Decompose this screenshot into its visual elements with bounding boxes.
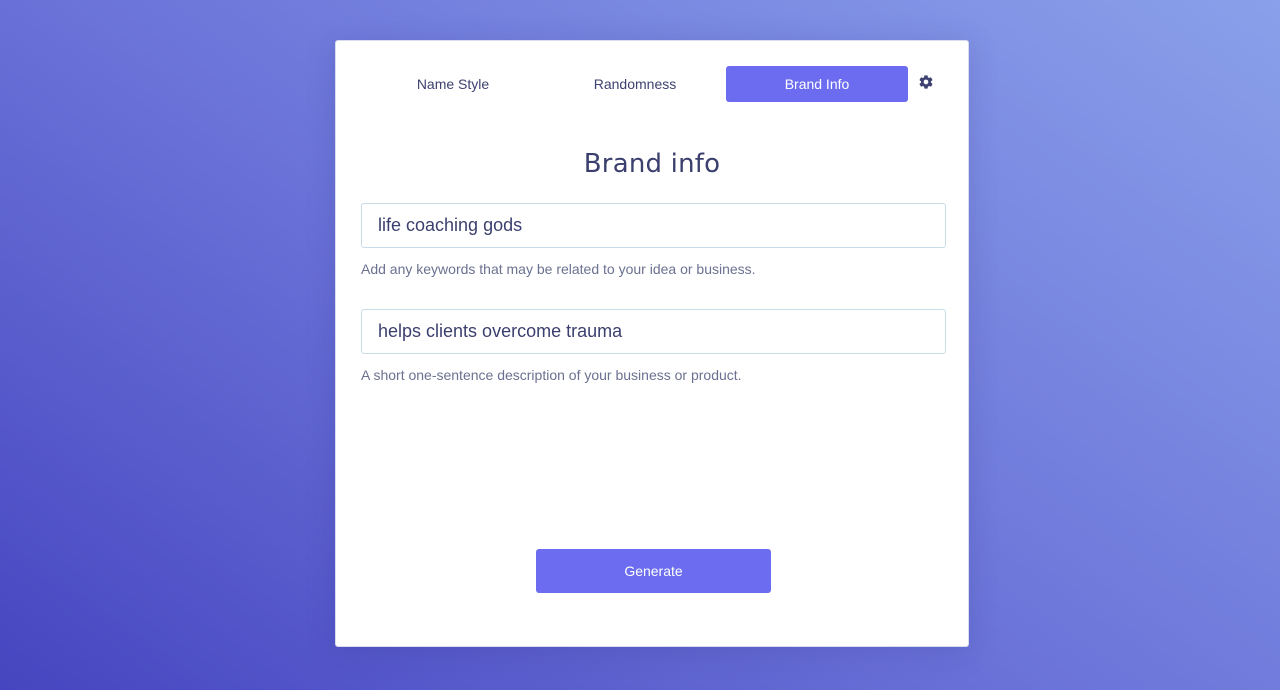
gear-icon-graphic [919, 75, 933, 89]
description-hint: A short one-sentence description of your… [361, 367, 742, 383]
brand-info-card: Name Style Randomness Brand Info Brand i… [335, 40, 969, 647]
tab-name-style[interactable]: Name Style [362, 66, 544, 102]
keywords-input[interactable] [361, 203, 946, 248]
gear-icon[interactable] [916, 72, 936, 92]
page-title: Brand info [583, 149, 721, 179]
tab-bar: Name Style Randomness Brand Info [362, 66, 908, 102]
description-input[interactable] [361, 309, 946, 354]
tab-randomness[interactable]: Randomness [544, 66, 726, 102]
tab-brand-info[interactable]: Brand Info [726, 66, 908, 102]
generate-button[interactable]: Generate [536, 549, 771, 593]
keywords-hint: Add any keywords that may be related to … [361, 261, 756, 277]
